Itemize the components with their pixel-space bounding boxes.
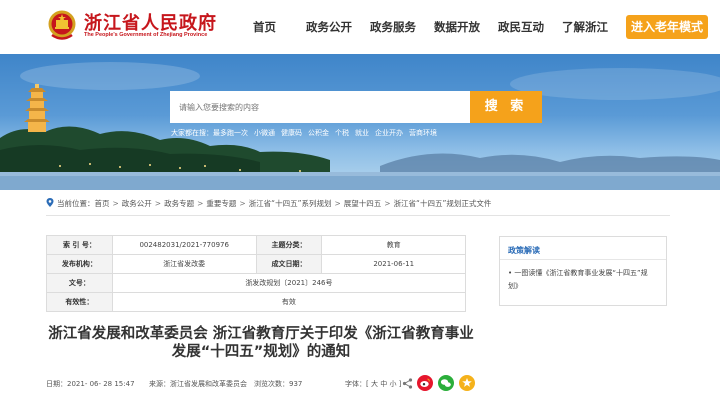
font-size-large[interactable]: 大 (371, 380, 378, 388)
article-source: 来源：浙江省发展和改革委员会 (149, 379, 247, 389)
nav-home[interactable]: 首页 (253, 19, 276, 35)
article-views: 浏览次数：937 (254, 379, 302, 389)
source-label: 来源： (149, 380, 170, 388)
hot-term[interactable]: 个税 (335, 129, 349, 137)
breadcrumb-separator: > (197, 199, 204, 208)
nav-about-zhejiang[interactable]: 了解浙江 (562, 19, 608, 35)
breadcrumb-separator: > (154, 199, 162, 208)
breadcrumb-item[interactable]: 浙江省“十四五”系列规划 (249, 199, 332, 208)
hot-term[interactable]: 小微通 (254, 129, 275, 137)
topic-value: 教育 (321, 235, 466, 255)
sidebar-link-text[interactable]: 一图读懂《浙江省教育事业发展“十四五”规划》 (508, 269, 648, 290)
font-label: 字体：[ (345, 380, 369, 388)
policy-interpretation-box: 政策解读 • 一图读懂《浙江省教育事业发展“十四五”规划》 (499, 236, 667, 306)
hot-search-label: 大家都在搜： (171, 129, 213, 137)
divider (500, 259, 666, 260)
document-meta-table: 索 引 号： 002482031/2021-770976 主题分类： 教育 发布… (46, 235, 467, 312)
emblem-icon (48, 10, 76, 40)
views-value: 937 (289, 380, 303, 388)
breadcrumb-prefix: 当前位置： (57, 199, 95, 208)
article-title: 浙江省发展和改革委员会 浙江省教育厅关于印发《浙江省教育事业发展“十四五”规划》… (48, 326, 474, 360)
breadcrumb-item[interactable]: 政务公开 (122, 199, 152, 208)
weibo-icon[interactable] (417, 375, 433, 391)
breadcrumb: 当前位置：首页 > 政务公开 > 政务专题 > 重要专题 > 浙江省“十四五”系列规划 > 展望十四… (46, 198, 491, 209)
search-input[interactable] (170, 91, 470, 123)
hot-term[interactable]: 最多跑一次 (213, 129, 248, 137)
share-icon[interactable] (402, 378, 413, 389)
hot-term[interactable]: 营商环境 (409, 129, 437, 137)
breadcrumb-item[interactable]: 政务专题 (164, 199, 194, 208)
date-label: 日期： (46, 380, 67, 388)
date-label: 成文日期： (255, 254, 323, 274)
search-button[interactable]: 搜 索 (470, 91, 542, 123)
site-header: 浙江省人民政府 The People's Government of Zheji… (0, 0, 720, 54)
index-value: 002482031/2021-770976 (111, 235, 257, 255)
sidebar-link[interactable]: • 一图读懂《浙江省教育事业发展“十四五”规划》 (508, 267, 658, 293)
elder-mode-button[interactable]: 进入老年模式 (626, 15, 708, 39)
validity-label: 有效性： (46, 292, 113, 312)
pagoda-icon (24, 84, 50, 132)
font-size-medium[interactable]: 中 (380, 380, 387, 388)
font-close: ] (398, 380, 402, 388)
date-value: 2021-06-11 (321, 254, 466, 274)
divider (46, 215, 670, 216)
hot-term[interactable]: 公积金 (308, 129, 329, 137)
favorite-icon[interactable] (459, 375, 475, 391)
nav-open-data[interactable]: 数据开放 (434, 19, 480, 35)
wechat-icon[interactable] (438, 375, 454, 391)
nav-interaction[interactable]: 政民互动 (498, 19, 544, 35)
source-value: 浙江省发展和改革委员会 (170, 380, 247, 388)
index-label: 索 引 号： (46, 235, 113, 255)
docno-value: 浙发改规划〔2021〕246号 (111, 273, 467, 293)
docno-label: 文号： (46, 273, 113, 293)
breadcrumb-separator: > (334, 199, 341, 208)
hot-search-row: 大家都在搜：最多跑一次 小微通 健康码 公积金 个税 就业 企业开办 营商环境 (171, 128, 443, 138)
search-box (170, 91, 470, 123)
breadcrumb-item[interactable]: 首页 (95, 199, 110, 208)
breadcrumb-separator: > (384, 199, 391, 208)
sidebar-title: 政策解读 (508, 246, 540, 255)
nav-gov-services[interactable]: 政务服务 (370, 19, 416, 35)
font-size-small[interactable]: 小 (389, 380, 396, 388)
hero-banner: 搜 索 大家都在搜：最多跑一次小微通健康码公积金个税就业企业开办营商环境 (0, 54, 720, 190)
hot-term[interactable]: 健康码 (281, 129, 302, 137)
breadcrumb-separator: > (239, 199, 246, 208)
date-value: 2021- 06- 28 15:47 (67, 380, 135, 388)
hot-term[interactable]: 企业开办 (375, 129, 403, 137)
validity-value: 有效 (111, 292, 467, 312)
breadcrumb-item[interactable]: 重要专题 (206, 199, 236, 208)
nav-gov-affairs[interactable]: 政务公开 (306, 19, 352, 35)
site-subtitle: The People's Government of Zhejiang Prov… (84, 32, 208, 38)
breadcrumb-separator: > (112, 199, 119, 208)
font-size-control: 字体：[ 大 中 小 ] (345, 379, 401, 389)
article-date: 日期：2021- 06- 28 15:47 (46, 379, 135, 389)
views-label: 浏览次数： (254, 380, 289, 388)
hot-term[interactable]: 就业 (355, 129, 369, 137)
org-label: 发布机构： (46, 254, 113, 274)
breadcrumb-item[interactable]: 浙江省“十四五”规划正式文件 (394, 199, 492, 208)
org-value: 浙江省发改委 (111, 254, 257, 274)
topic-label: 主题分类： (255, 235, 323, 255)
location-pin-icon (46, 198, 54, 207)
breadcrumb-item[interactable]: 展望十四五 (344, 199, 382, 208)
